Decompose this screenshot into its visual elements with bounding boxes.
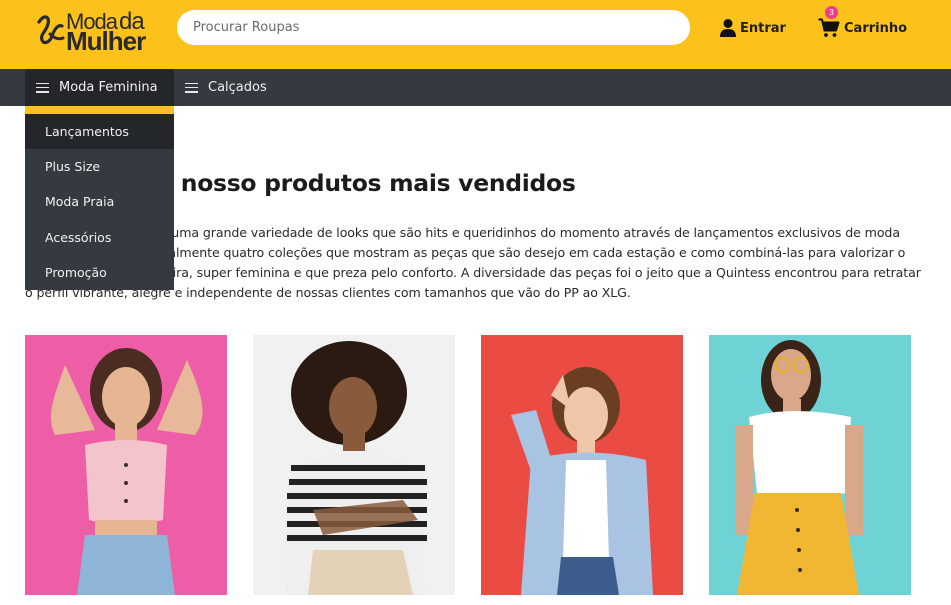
product-image-2[interactable] bbox=[253, 335, 455, 595]
user-icon bbox=[720, 19, 736, 37]
cart-button[interactable]: 3 Carrinho bbox=[818, 6, 908, 39]
product-photo bbox=[253, 335, 455, 595]
nav-active-indicator bbox=[25, 106, 174, 114]
login-button[interactable]: Entrar bbox=[719, 17, 786, 39]
nav-item-label: Moda Feminina bbox=[59, 80, 158, 95]
brand-line-2: Mulher bbox=[66, 26, 146, 56]
cart-icon bbox=[818, 18, 840, 37]
dropdown-item-moda-praia[interactable]: Moda Praia bbox=[25, 184, 174, 219]
product-image-3[interactable] bbox=[481, 335, 683, 595]
wave-logo-icon bbox=[37, 15, 65, 45]
dropdown-item-lancamentos[interactable]: Lançamentos bbox=[25, 114, 174, 150]
product-photo bbox=[709, 335, 911, 595]
product-photo bbox=[25, 335, 227, 595]
site-header: Modada Mulher Entrar 3 Carrinho bbox=[0, 0, 951, 69]
dropdown-item-plus-size[interactable]: Plus Size bbox=[25, 149, 174, 184]
nav-item-moda-feminina[interactable]: Moda Feminina bbox=[25, 69, 174, 106]
nav-item-calcados[interactable]: Calçados bbox=[174, 69, 279, 106]
search-input[interactable] bbox=[177, 10, 690, 45]
product-photo bbox=[481, 335, 683, 595]
moda-feminina-dropdown: Lançamentos Plus Size Moda Praia Acessór… bbox=[25, 114, 174, 290]
product-image-4[interactable] bbox=[709, 335, 911, 595]
product-image-1[interactable] bbox=[25, 335, 227, 595]
nav-item-label: Calçados bbox=[208, 80, 267, 95]
login-label: Entrar bbox=[740, 20, 786, 36]
cart-count-badge: 3 bbox=[825, 6, 838, 19]
category-nav: Moda Feminina Calçados bbox=[0, 69, 951, 106]
menu-icon bbox=[36, 82, 49, 93]
dropdown-item-promocao[interactable]: Promoção bbox=[25, 255, 174, 290]
dropdown-item-acessorios[interactable]: Acessórios bbox=[25, 220, 174, 255]
cart-label: Carrinho bbox=[844, 20, 908, 36]
brand-logo[interactable]: Modada Mulher bbox=[36, 8, 156, 56]
menu-icon bbox=[185, 82, 198, 93]
